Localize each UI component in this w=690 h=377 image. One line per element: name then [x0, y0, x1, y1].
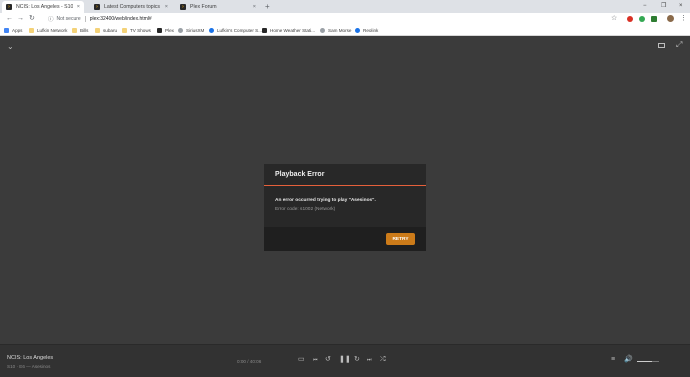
next-icon[interactable]: ⏭	[367, 356, 372, 364]
fullscreen-icon[interactable]: ⤢	[676, 40, 682, 50]
chevron-down-icon[interactable]: ⌄	[7, 42, 14, 51]
dialog-footer: RETRY	[264, 227, 426, 251]
previous-icon[interactable]: ⏮	[313, 356, 318, 364]
address-field[interactable]: ⓘ Not secure plex:32400/web/index.html#	[48, 15, 618, 23]
bookmark-siriusxm[interactable]: SiriusXM	[178, 26, 204, 35]
tab-strip: › NCIS: Los Angeles - S10 · E6 × › Lates…	[0, 0, 690, 13]
bookmark-plex[interactable]: Plex	[157, 26, 174, 35]
forward-button[interactable]: →	[17, 13, 24, 25]
video-player: ⌄ ⤢ Playback Error An error occurred try…	[0, 37, 690, 344]
tab-ncis[interactable]: › NCIS: Los Angeles - S10 · E6 ×	[2, 1, 84, 13]
weather-icon	[262, 28, 267, 33]
globe-icon	[178, 28, 183, 33]
minimize-button[interactable]: −	[643, 1, 647, 11]
security-label: Not secure	[56, 16, 81, 22]
new-tab-button[interactable]: +	[265, 1, 270, 12]
bookmark-bills[interactable]: Bills	[72, 26, 88, 35]
bookmark-home-weather[interactable]: Home Weather Stati...	[262, 26, 315, 35]
folder-icon	[122, 28, 127, 33]
bookmark-label: SiriusXM	[186, 28, 205, 33]
site-icon	[355, 28, 360, 33]
folder-icon	[95, 28, 100, 33]
avatar[interactable]	[667, 15, 674, 22]
plex-icon	[157, 28, 162, 33]
reload-button[interactable]: ↻	[29, 13, 35, 25]
bookmark-label: Reolink	[363, 28, 379, 33]
info-icon[interactable]: ⓘ	[48, 15, 54, 23]
tab-close-icon[interactable]: ×	[165, 4, 168, 10]
volume-icon[interactable]: 🔊	[624, 356, 633, 364]
bookmark-reolink[interactable]: Reolink	[355, 26, 378, 35]
bookmark-tv-shows[interactable]: TV Shows	[122, 26, 151, 35]
pause-icon[interactable]: ❚❚	[339, 356, 351, 364]
extension-download-icon[interactable]	[651, 16, 657, 22]
tab-close-icon[interactable]: ×	[253, 4, 256, 10]
back-button[interactable]: ←	[6, 13, 13, 25]
menu-icon[interactable]: ⋮	[680, 13, 687, 25]
bookmark-sam-morse[interactable]: Sam Morse	[320, 26, 352, 35]
extension-green-icon[interactable]	[639, 16, 645, 22]
bookmark-label: Lufkin Network	[37, 28, 68, 33]
forward-icon[interactable]: ↻	[354, 356, 360, 364]
rewind-icon[interactable]: ↺	[325, 356, 331, 364]
bookmark-subaru[interactable]: subaru	[95, 26, 117, 35]
address-bar-row: ← → ↻ ⓘ Not secure plex:32400/web/index.…	[0, 13, 690, 25]
cast-icon[interactable]	[658, 43, 665, 48]
bookmarks-bar: Apps Lufkin Network Bills subaru TV Show…	[0, 25, 690, 36]
extension-stop-icon[interactable]	[627, 16, 633, 22]
show-title[interactable]: NCIS: Los Angeles	[7, 355, 53, 361]
bookmark-label: Bills	[80, 28, 89, 33]
time-readout: 0:00 / 40:06	[237, 359, 262, 364]
folder-icon	[29, 28, 34, 33]
tab-label: Latest Computers topics - Plex Forum	[104, 4, 161, 10]
folder-icon	[72, 28, 77, 33]
site-icon	[209, 28, 214, 33]
bookmark-label: subaru	[103, 28, 118, 33]
grid-icon	[4, 28, 9, 33]
bookmark-label: TV Shows	[130, 28, 151, 33]
retry-button[interactable]: RETRY	[386, 233, 415, 245]
plex-favicon-icon: ›	[94, 4, 100, 10]
error-code: Error code: s1002 (Network)	[275, 207, 336, 212]
bookmark-label: Sam Morse	[328, 28, 352, 33]
bookmark-label: Home Weather Stati...	[270, 28, 316, 33]
playback-error-dialog: Playback Error An error occurred trying …	[264, 164, 426, 251]
close-window-button[interactable]: ×	[679, 1, 683, 11]
globe-icon	[320, 28, 325, 33]
tab-close-icon[interactable]: ×	[77, 4, 80, 10]
tab-plex-forum[interactable]: › Plex Forum ×	[176, 1, 260, 13]
dialog-body: An error occurred trying to play "Asesin…	[264, 186, 426, 227]
settings-sliders-icon[interactable]: ≡	[611, 356, 615, 364]
bookmark-lufkins-computer[interactable]: Lufkin's Computer S...	[209, 26, 262, 35]
maximize-button[interactable]: ❐	[661, 1, 666, 11]
playlist-icon[interactable]: ▭	[298, 356, 305, 364]
bookmark-lufkin-network[interactable]: Lufkin Network	[29, 26, 67, 35]
divider	[84, 16, 86, 22]
episode-subtitle: S10 · E6 — Asesinos	[7, 364, 51, 369]
bookmark-label: Plex	[165, 28, 174, 33]
url-text: plex:32400/web/index.html#	[89, 16, 152, 22]
player-control-bar: NCIS: Los Angeles S10 · E6 — Asesinos 0:…	[0, 344, 690, 377]
plex-favicon-icon: ›	[6, 4, 12, 10]
tab-latest-computers[interactable]: › Latest Computers topics - Plex Forum ×	[90, 1, 172, 13]
bookmark-label: Lufkin's Computer S...	[217, 28, 263, 33]
plex-favicon-icon: ›	[180, 4, 186, 10]
tab-label: Plex Forum	[190, 4, 217, 10]
volume-slider[interactable]	[637, 361, 659, 362]
shuffle-icon[interactable]: ⤮	[380, 356, 386, 364]
tab-label: NCIS: Los Angeles - S10 · E6	[16, 4, 73, 10]
dialog-title: Playback Error	[264, 164, 426, 186]
bookmark-apps[interactable]: Apps	[4, 26, 22, 35]
error-message: An error occurred trying to play "Asesin…	[275, 198, 376, 203]
volume-level	[637, 361, 653, 362]
bookmark-label: Apps	[12, 28, 23, 33]
bookmark-star-icon[interactable]: ☆	[611, 13, 617, 25]
